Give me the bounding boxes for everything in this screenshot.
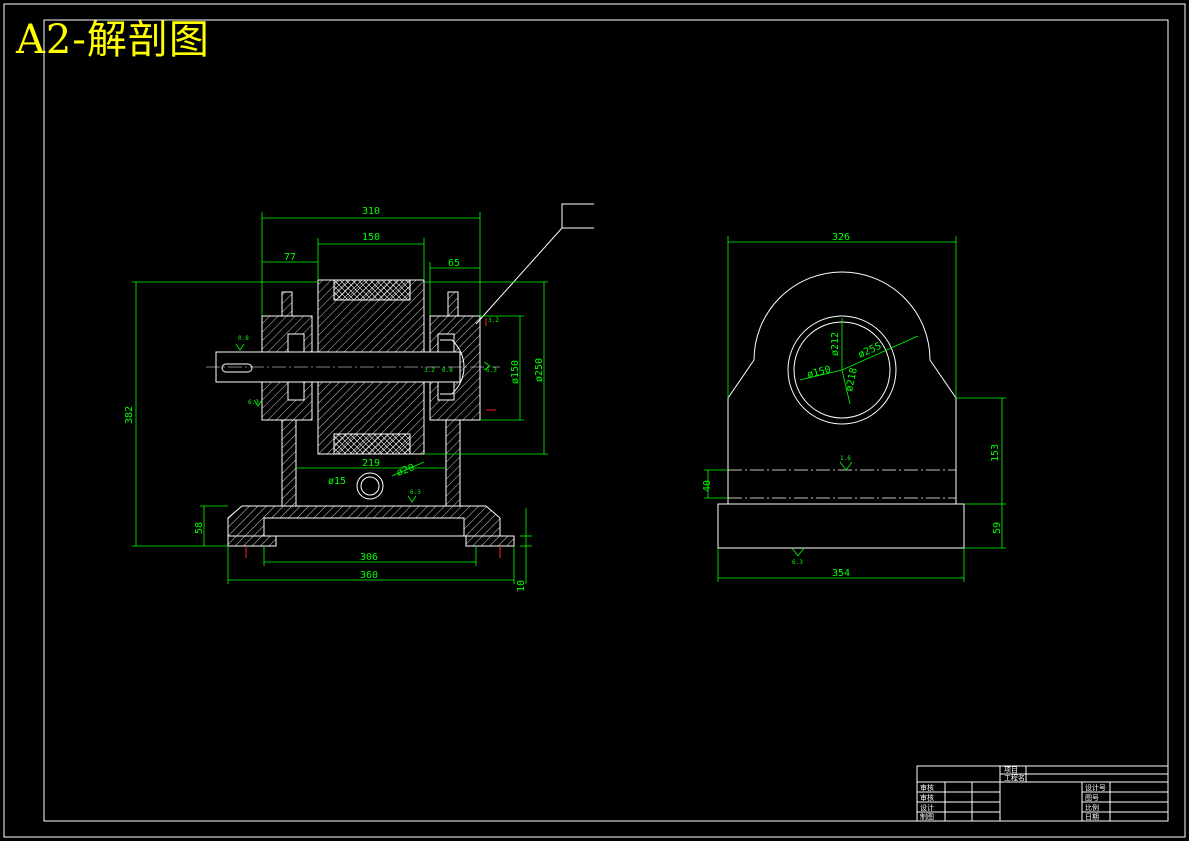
title-block-row: 图号 xyxy=(1085,794,1099,802)
bolt-left xyxy=(281,291,293,317)
dim-d250: ø250 xyxy=(534,358,545,382)
pedestal-body xyxy=(727,271,957,505)
dim-326: 326 xyxy=(832,232,850,243)
bolt-right xyxy=(447,291,459,317)
base-foot-right xyxy=(465,535,515,547)
bearing-right-bottom xyxy=(437,381,455,401)
leader-line xyxy=(475,227,594,325)
dim-360: 360 xyxy=(360,570,378,581)
dim-d218: ø218 xyxy=(844,367,860,393)
leader-box xyxy=(561,203,594,228)
base-foot-left xyxy=(227,535,277,547)
section-view: 310 150 77 65 382 ø150 ø250 219 ø20 ø15 … xyxy=(124,203,594,592)
dim-354: 354 xyxy=(832,568,850,579)
title-block-row: 设计 xyxy=(920,803,934,812)
finish-label: 0.8 xyxy=(238,335,249,342)
bearing-left-top xyxy=(287,333,305,353)
title-block-row: 日期 xyxy=(1085,813,1099,821)
dim-153: 153 xyxy=(990,444,1001,462)
title-block-row: 审核 xyxy=(920,793,934,802)
drain-hole-inner xyxy=(360,476,380,496)
side-view: 326 ø212 ø255 ø150 ø218 153 40 59 354 1.… xyxy=(702,232,1006,582)
title-block-row: 设计号 xyxy=(1085,783,1106,792)
support-left xyxy=(281,419,297,507)
dim-d150: ø150 xyxy=(510,360,521,384)
side-dimensions xyxy=(704,236,1006,582)
dim-d212: ø212 xyxy=(830,332,841,356)
finish-label: 6.3 xyxy=(792,559,803,566)
base-slot xyxy=(263,517,465,537)
roller-bottom-band xyxy=(333,433,411,455)
dim-150: 150 xyxy=(362,232,380,243)
dim-310: 310 xyxy=(362,206,380,217)
title-block-row: 比例 xyxy=(1085,803,1099,812)
finish-label: 0.8 xyxy=(442,367,453,374)
dim-65: 65 xyxy=(448,258,460,269)
title-block-row: 制图 xyxy=(920,812,934,821)
cad-drawing: 310 150 77 65 382 ø150 ø250 219 ø20 ø15 … xyxy=(3,3,1186,838)
dim-77: 77 xyxy=(284,252,296,263)
title-block xyxy=(916,765,1169,822)
inner-border xyxy=(43,19,1169,822)
title-block-row: 审核 xyxy=(920,783,934,792)
dim-58: 58 xyxy=(194,522,205,534)
title-block-project: 项目 xyxy=(1004,766,1018,774)
outer-border xyxy=(3,3,1186,838)
title-block-project-name: 工程名 xyxy=(1004,773,1025,782)
dim-d15: ø15 xyxy=(328,476,346,487)
finish-label: 3.2 xyxy=(488,317,499,324)
bearing-right-top xyxy=(437,333,455,353)
finish-label: 6.3 xyxy=(486,367,497,374)
dim-306: 306 xyxy=(360,552,378,563)
pedestal-base xyxy=(717,503,965,549)
bearing-left-bottom xyxy=(287,381,305,401)
dim-d20: ø20 xyxy=(395,462,416,479)
finish-label: 1.6 xyxy=(840,455,851,462)
dim-40: 40 xyxy=(702,480,713,492)
dim-59: 59 xyxy=(992,522,1003,534)
dim-382: 382 xyxy=(124,406,135,424)
dim-d150: ø150 xyxy=(806,364,832,381)
finish-label: 6.3 xyxy=(410,489,421,496)
roller-top-band xyxy=(333,279,411,301)
finish-label: 3.2 xyxy=(424,367,435,374)
dim-219: 219 xyxy=(362,458,380,469)
dim-10: 10 xyxy=(516,580,527,592)
support-right xyxy=(445,419,461,507)
